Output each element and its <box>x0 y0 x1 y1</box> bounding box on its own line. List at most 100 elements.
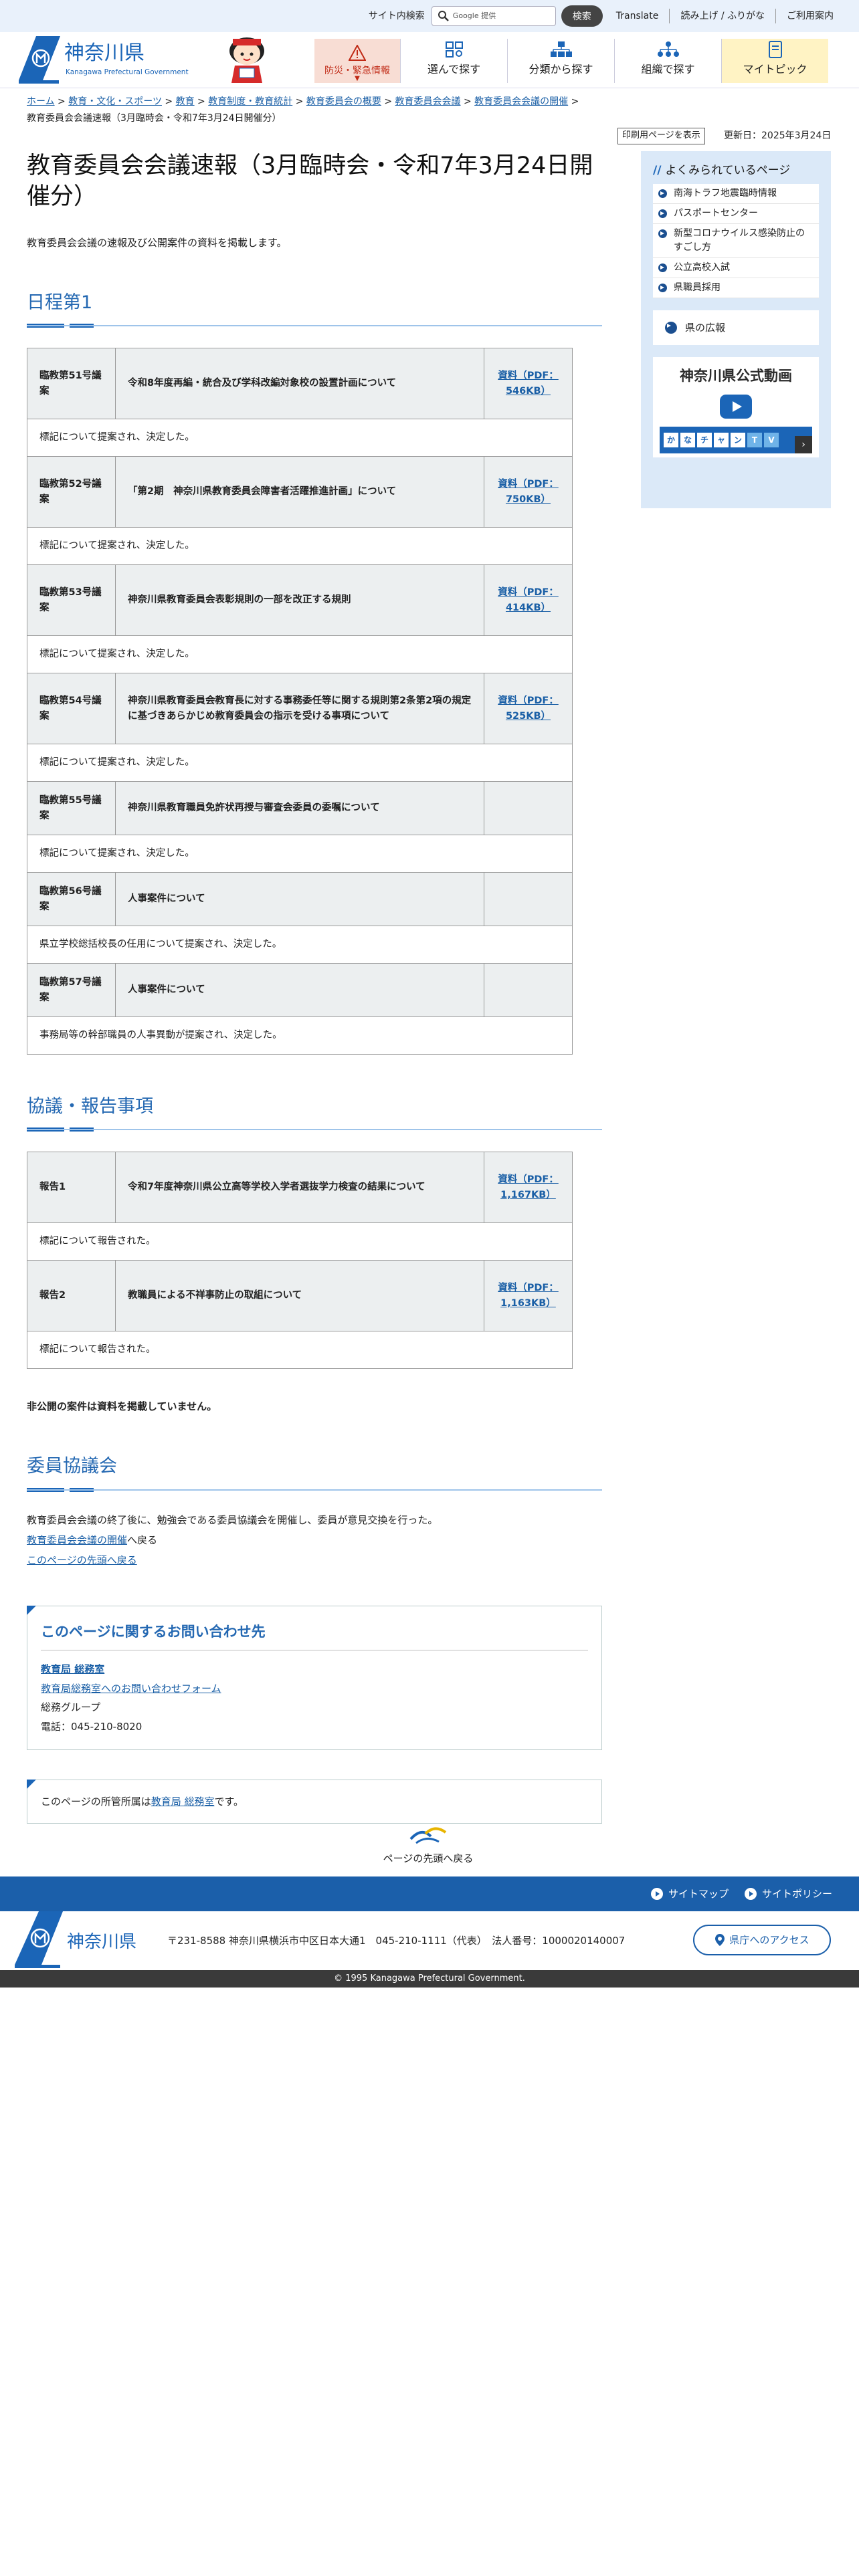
breadcrumb-link-education-culture[interactable]: 教育・文化・スポーツ <box>68 96 162 107</box>
breadcrumb-link-education[interactable]: 教育 <box>176 96 195 107</box>
table-row: 報告2 教職員による不祥事防止の取組について 資料（PDF：1,163KB） <box>27 1260 573 1332</box>
pref-pr-link[interactable]: 県の広報 <box>653 310 819 346</box>
item-result: 標記について提案され、決定した。 <box>27 744 573 782</box>
popular-pages-heading: //よくみられているページ <box>653 162 819 180</box>
search-button[interactable]: 検索 <box>561 5 603 27</box>
popular-item[interactable]: 南海トラフ地震臨時情報 <box>653 184 819 205</box>
owner-box: このページの所管所属は教育局 総務室です。 <box>27 1780 602 1824</box>
logo-name: 神奈川県 <box>64 41 145 65</box>
sitemap-link[interactable]: サイトマップ <box>650 1886 729 1902</box>
owner-dept-link[interactable]: 教育局 総務室 <box>151 1796 215 1808</box>
table-row: 事務局等の幹部職員の人事異動が提案され、決定した。 <box>27 1016 573 1055</box>
nav-organization[interactable]: 組織で探す <box>614 39 721 83</box>
arrow-circle-icon <box>658 209 667 219</box>
table-row: 臨教第53号議案 神奈川県教育委員会表彰規則の一部を改正する規則 資料（PDF：41… <box>27 564 573 637</box>
print-page-button[interactable]: 印刷用ページを表示 <box>617 128 705 144</box>
breadcrumb-link-meeting-held[interactable]: 教育委員会会議の開催 <box>474 96 568 107</box>
updated-date: 更新日：2025年3月24日 <box>724 130 832 141</box>
access-button[interactable]: 県庁へのアクセス <box>693 1925 831 1955</box>
item-result: 県立学校総括校長の任用について提案され、決定した。 <box>27 926 573 964</box>
pdf-document-link[interactable]: 資料（PDF：414KB） <box>498 587 559 613</box>
item-result: 標記について提案され、決定した。 <box>27 527 573 566</box>
nav-disaster-info[interactable]: 防災・緊急情報 ▼ <box>314 39 400 83</box>
popular-item[interactable]: 新型コロナウイルス感染防止のすごし方 <box>653 224 819 259</box>
kana-char: か <box>664 432 678 447</box>
back-line: 教育委員会会議の開催へ戻る <box>27 1532 602 1548</box>
page-top-link[interactable]: このページの先頭へ戻る <box>27 1554 137 1566</box>
pdf-document-link[interactable]: 資料（PDF：750KB） <box>498 479 559 505</box>
schedule-table: 臨教第51号議案 令和8年度再編・統合及び学科改編対象校の設置計画について 資料（P… <box>27 348 573 1055</box>
item-document: 資料（PDF：546KB） <box>484 348 573 420</box>
item-number: 臨教第56号議案 <box>27 872 116 927</box>
item-document <box>484 872 573 927</box>
official-video-banner[interactable]: 神奈川県公式動画 か な チ ャ ン T V › <box>653 357 819 457</box>
item-title: 人事案件について <box>115 963 484 1018</box>
pdf-document-link[interactable]: 資料（PDF：1,167KB） <box>498 1174 559 1200</box>
birds-icon <box>409 1827 447 1844</box>
back-to-meeting-link[interactable]: 教育委員会会議の開催 <box>27 1534 127 1546</box>
pref-pr-label: 県の広報 <box>685 322 726 334</box>
nav-choose[interactable]: 選んで探す <box>400 39 507 83</box>
breadcrumb-link-board-meeting[interactable]: 教育委員会会議 <box>395 96 461 107</box>
table-row: 報告1 令和7年度神奈川県公立高等学校入学者選抜学力検査の結果について 資料（PDF… <box>27 1152 573 1224</box>
item-title: 神奈川県教育職員免許状再授与審査会委員の委嘱について <box>115 781 484 836</box>
site-search-label: サイト内検索 <box>368 10 425 21</box>
breadcrumb-link-board-overview[interactable]: 教育委員会の概要 <box>306 96 381 107</box>
item-document: 資料（PDF：750KB） <box>484 456 573 528</box>
item-document <box>484 781 573 836</box>
site-policy-link[interactable]: サイトポリシー <box>744 1886 832 1902</box>
footer-logo[interactable]: 神奈川県 <box>15 1911 149 1969</box>
contact-group: 総務グループ <box>41 1701 101 1714</box>
site-header: 神奈川県 Kanagawa Prefectural Government 防災・… <box>0 32 859 88</box>
table-row: 標記について提案され、決定した。 <box>27 744 573 782</box>
usage-guide-link[interactable]: ご利用案内 <box>775 8 844 24</box>
contact-form-link[interactable]: 教育局総務室へのお問い合わせフォーム <box>41 1683 221 1695</box>
item-title: 「第2期 神奈川県教育委員会障害者活躍推進計画」について <box>115 456 484 528</box>
search-icon <box>438 11 449 21</box>
item-result: 標記について提案され、決定した。 <box>27 635 573 674</box>
page-lead: 教育委員会会議の速報及び公開案件の資料を掲載します。 <box>27 237 287 249</box>
read-aloud-link[interactable]: 読み上げ / ふりがな <box>669 8 775 24</box>
kana-char: T <box>747 432 762 447</box>
popular-item[interactable]: パスポートセンター <box>653 204 819 225</box>
breadcrumb-link-home[interactable]: ホーム <box>27 96 55 107</box>
global-nav: 防災・緊急情報 ▼ 選んで探す 分類から探す 組織で探す マイトピック <box>314 39 828 83</box>
pdf-document-link[interactable]: 資料（PDF：546KB） <box>498 370 559 397</box>
pdf-document-link[interactable]: 資料（PDF：525KB） <box>498 695 559 722</box>
nav-category[interactable]: 分類から探す <box>507 39 614 83</box>
committee-text: 教育委員会会議の終了後に、勉強会である委員協議会を開催し、委員が意見交換を行った… <box>27 1513 438 1526</box>
site-search-input[interactable]: Google 提供 <box>431 6 556 26</box>
popular-item[interactable]: 県職員採用 <box>653 278 819 299</box>
table-row: 臨教第56号議案 人事案件について <box>27 872 573 927</box>
page-title: 教育委員会会議速報（3月臨時会・令和7年3月24日開催分） <box>27 152 593 210</box>
item-result: 標記について報告された。 <box>27 1331 573 1370</box>
item-result: 事務局等の幹部職員の人事異動が提案され、決定した。 <box>27 1016 573 1055</box>
item-document: 資料（PDF：1,167KB） <box>484 1152 573 1224</box>
owner-suffix: です。 <box>214 1796 244 1808</box>
chevron-right-icon: › <box>795 435 812 453</box>
page-top-button[interactable]: ページの先頭へ戻る <box>361 1823 495 1866</box>
popular-pages-list: 南海トラフ地震臨時情報 パスポートセンター 新型コロナウイルス感染防止のすごし方… <box>653 184 819 299</box>
utility-inner: サイト内検索 Google 提供 検索 Translate 読み上げ / ふりが… <box>369 5 844 27</box>
item-result: 標記について報告された。 <box>27 1222 573 1261</box>
translate-link[interactable]: Translate <box>603 9 670 23</box>
top-line: このページの先頭へ戻る <box>27 1552 602 1568</box>
policy-label: サイトポリシー <box>761 1888 832 1900</box>
table-row: 臨教第52号議案 「第2期 神奈川県教育委員会障害者活躍推進計画」について 資料（P… <box>27 456 573 528</box>
table-row: 標記について報告された。 <box>27 1331 573 1370</box>
contact-dept-link[interactable]: 教育局 総務室 <box>41 1663 104 1675</box>
kanagawa-logo[interactable]: 神奈川県 Kanagawa Prefectural Government <box>19 36 233 84</box>
section-heading-schedule1: 日程第1 <box>27 288 602 328</box>
breadcrumb-link-system[interactable]: 教育制度・教育統計 <box>208 96 292 107</box>
video-title: 神奈川県公式動画 <box>680 368 792 385</box>
table-row: 県立学校総括校長の任用について提案され、決定した。 <box>27 926 573 964</box>
play-icon <box>720 394 752 419</box>
sidebar: //よくみられているページ 南海トラフ地震臨時情報 パスポートセンター 新型コロ… <box>641 151 831 508</box>
popular-item[interactable]: 公立高校入試 <box>653 258 819 279</box>
footer-address: 〒231-8588 神奈川県横浜市中区日本大通1 045-210-1111（代表… <box>167 1935 626 1947</box>
table-row: 標記について提案され、決定した。 <box>27 419 573 457</box>
utility-bar: サイト内検索 Google 提供 検索 Translate 読み上げ / ふりが… <box>0 0 859 32</box>
pdf-document-link[interactable]: 資料（PDF：1,163KB） <box>498 1283 559 1309</box>
nav-mytopic[interactable]: マイトピック <box>721 39 828 83</box>
kana-char: な <box>680 432 695 447</box>
